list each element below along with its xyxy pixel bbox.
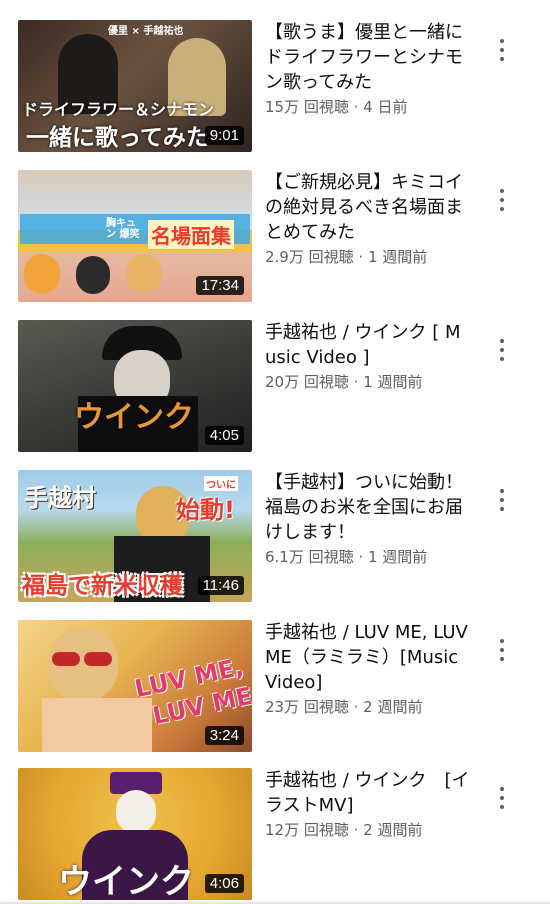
video-duration: 11:46	[197, 576, 244, 595]
video-title[interactable]: 手越祐也 / LUV ME, LUV ME（ラミラミ）[Music Video]	[265, 620, 470, 695]
thumb-caption: 福島で新米収穫	[22, 573, 183, 599]
video-meta: 2.9万 回視聴 · 1 週間前	[265, 246, 495, 267]
meta-separator: ·	[353, 548, 368, 566]
thumb-caption: 優里 × 手越祐也	[108, 26, 184, 37]
video-thumbnail[interactable]: ウインク 4:05	[18, 320, 252, 452]
more-vert-icon[interactable]	[492, 336, 512, 366]
upload-age: 1 週間前	[367, 248, 428, 266]
video-meta: 20万 回視聴 · 1 週間前	[265, 371, 495, 392]
more-vert-icon[interactable]	[492, 486, 512, 516]
video-duration: 4:06	[204, 874, 244, 893]
video-meta: 12万 回視聴 · 2 週間前	[265, 819, 495, 840]
video-title[interactable]: 【歌うま】優里と一緒にドライフラワーとシナモン歌ってみた	[265, 20, 470, 95]
meta-separator: ·	[348, 373, 364, 391]
meta-separator: ·	[353, 248, 368, 266]
more-vert-icon[interactable]	[492, 636, 512, 666]
video-list-item[interactable]: LUV ME, LUV ME 3:24 手越祐也 / LUV ME, LUV M…	[0, 620, 550, 754]
thumb-caption: ドライフラワー＆シナモン	[22, 100, 215, 119]
thumb-caption: 一緒に歌ってみた	[26, 125, 209, 151]
meta-separator: ·	[348, 698, 364, 716]
view-count: 6.1万 回視聴	[265, 548, 354, 566]
video-duration: 9:01	[204, 126, 244, 145]
video-duration: 17:34	[196, 276, 244, 295]
upload-age: 4 日前	[363, 98, 408, 116]
video-meta: 6.1万 回視聴 · 1 週間前	[265, 546, 495, 567]
upload-age: 1 週間前	[363, 373, 423, 391]
video-list-item[interactable]: ウインク 4:06 手越祐也 / ウインク [イラストMV] 12万 回視聴 ·…	[0, 768, 550, 902]
video-thumbnail[interactable]: 優里 × 手越祐也 ドライフラワー＆シナモン 一緒に歌ってみた 9:01	[18, 20, 252, 152]
video-thumbnail[interactable]: 胸キュン 爆笑 名場面集 17:34	[18, 170, 252, 302]
upload-age: 1 週間前	[367, 548, 428, 566]
view-count: 20万 回視聴	[265, 373, 349, 391]
view-count: 15万 回視聴	[265, 98, 349, 116]
more-vert-icon[interactable]	[492, 36, 512, 66]
view-count: 23万 回視聴	[265, 698, 349, 716]
video-title[interactable]: 手越祐也 / ウインク [ Music Video ]	[265, 320, 470, 370]
meta-separator: ·	[348, 821, 364, 839]
video-duration: 3:24	[204, 726, 244, 745]
video-title[interactable]: 手越祐也 / ウインク [イラストMV]	[265, 768, 470, 818]
meta-separator: ·	[348, 98, 364, 116]
upload-age: 2 週間前	[363, 698, 423, 716]
video-title[interactable]: 【ご新規必見】キミコイの絶対見るべき名場面まとめてみた	[265, 170, 470, 245]
video-meta: 15万 回視聴 · 4 日前	[265, 96, 495, 117]
thumb-caption: ウインク	[74, 400, 194, 435]
thumb-caption: 始動!	[176, 496, 235, 524]
thumb-caption: 手越村	[24, 484, 96, 512]
thumb-caption: 名場面集	[148, 220, 234, 249]
video-list-item[interactable]: ウインク 4:05 手越祐也 / ウインク [ Music Video ] 20…	[0, 320, 550, 454]
thumb-caption: ウインク	[58, 862, 194, 900]
video-title[interactable]: 【手越村】ついに始動！福島のお米を全国にお届けします！	[265, 470, 470, 545]
video-list-item[interactable]: 優里 × 手越祐也 ドライフラワー＆シナモン 一緒に歌ってみた 9:01 【歌う…	[0, 20, 550, 154]
video-thumbnail[interactable]: 手越村 ついに 始動! 福島で新米収穫 11:46	[18, 470, 252, 602]
thumb-caption: ついに	[204, 476, 238, 491]
thumb-caption: 胸キュン 爆笑	[106, 218, 140, 240]
more-vert-icon[interactable]	[492, 784, 512, 814]
upload-age: 2 週間前	[363, 821, 423, 839]
video-list-item[interactable]: 手越村 ついに 始動! 福島で新米収穫 11:46 【手越村】ついに始動！福島の…	[0, 470, 550, 604]
view-count: 2.9万 回視聴	[265, 248, 354, 266]
video-meta: 23万 回視聴 · 2 週間前	[265, 696, 495, 717]
video-duration: 4:05	[204, 426, 244, 445]
video-thumbnail[interactable]: LUV ME, LUV ME 3:24	[18, 620, 252, 752]
more-vert-icon[interactable]	[492, 186, 512, 216]
video-thumbnail[interactable]: ウインク 4:06	[18, 768, 252, 900]
view-count: 12万 回視聴	[265, 821, 349, 839]
video-list-item[interactable]: 胸キュン 爆笑 名場面集 17:34 【ご新規必見】キミコイの絶対見るべき名場面…	[0, 170, 550, 304]
